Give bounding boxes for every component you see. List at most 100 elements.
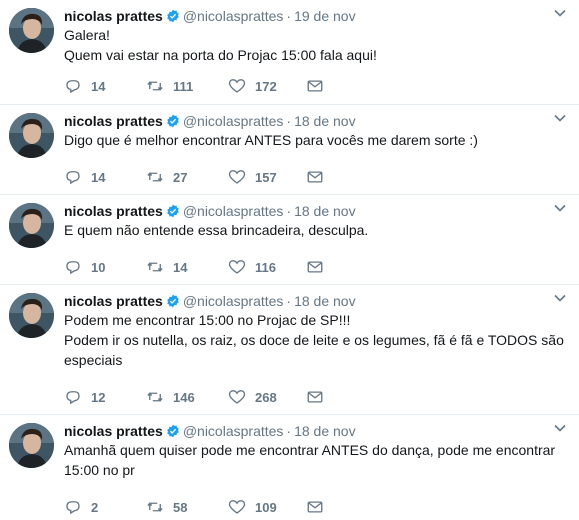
tweet-text: E quem não entende essa brincadeira, des… xyxy=(64,220,564,240)
reply-icon xyxy=(66,501,80,515)
reply-count: 14 xyxy=(91,78,106,94)
tweet-text-line: Podem ir os nutella, os raiz, os doce de… xyxy=(64,332,564,348)
verified-badge-icon xyxy=(166,423,180,438)
user-handle[interactable]: @nicolasprattes xyxy=(183,423,284,439)
reply-icon xyxy=(66,171,80,185)
timestamp[interactable]: 18 de nov xyxy=(294,113,356,129)
separator-dot: · xyxy=(286,203,292,219)
reply-count: 10 xyxy=(91,259,106,275)
retweet-count: 111 xyxy=(173,78,194,94)
tweet-text-line: 15:00 no pr xyxy=(64,462,135,478)
tweet[interactable]: nicolas prattes @nicolasprattes · 18 de nov… xyxy=(0,105,579,195)
tweet[interactable]: nicolas prattes @nicolasprattes · 18 de nov… xyxy=(0,415,579,520)
retweet-button[interactable]: 58 xyxy=(146,497,187,517)
retweet-count: 27 xyxy=(173,169,188,185)
timestamp[interactable]: 18 de nov xyxy=(294,203,356,219)
timestamp[interactable]: 19 de nov xyxy=(294,8,356,24)
avatar[interactable] xyxy=(9,423,54,468)
heart-icon xyxy=(228,390,246,404)
display-name[interactable]: nicolas prattes xyxy=(64,203,163,219)
heart-icon xyxy=(228,260,246,274)
envelope-icon xyxy=(307,501,323,513)
reply-button[interactable]: 10 xyxy=(64,257,105,277)
like-count: 157 xyxy=(255,169,277,185)
avatar[interactable] xyxy=(9,293,54,338)
avatar[interactable] xyxy=(9,8,54,53)
direct-message-button[interactable] xyxy=(306,167,333,187)
verified-badge-icon xyxy=(166,293,180,308)
like-button[interactable]: 157 xyxy=(228,167,277,187)
retweet-icon xyxy=(147,502,163,512)
user-handle[interactable]: @nicolasprattes xyxy=(183,293,284,309)
like-button[interactable]: 116 xyxy=(228,257,276,277)
tweet-header: nicolas prattes @nicolasprattes · 18 de nov xyxy=(64,201,549,221)
envelope-icon xyxy=(307,171,323,183)
tweet-text-line: E quem não entende essa brincadeira, des… xyxy=(64,222,369,238)
like-count: 268 xyxy=(255,389,277,405)
chevron-down-icon[interactable] xyxy=(553,421,567,435)
tweet-header: nicolas prattes @nicolasprattes · 18 de nov xyxy=(64,291,549,311)
chevron-down-icon[interactable] xyxy=(553,111,567,125)
reply-button[interactable]: 14 xyxy=(64,76,105,96)
like-count: 116 xyxy=(255,259,276,275)
heart-icon xyxy=(228,500,246,514)
tweet-text-line: Galera! xyxy=(64,27,110,43)
retweet-count: 58 xyxy=(173,499,188,515)
retweet-count: 14 xyxy=(173,259,188,275)
verified-badge-icon xyxy=(166,203,180,218)
user-handle[interactable]: @nicolasprattes xyxy=(183,113,284,129)
retweet-icon xyxy=(147,81,163,91)
envelope-icon xyxy=(307,80,323,92)
reply-button[interactable]: 2 xyxy=(64,497,98,517)
avatar[interactable] xyxy=(9,203,54,248)
reply-count: 14 xyxy=(91,169,106,185)
separator-dot: · xyxy=(286,113,292,129)
verified-badge-icon xyxy=(166,8,180,23)
chevron-down-icon[interactable] xyxy=(553,6,567,20)
tweet-actions: 2 58 109 xyxy=(64,497,364,517)
display-name[interactable]: nicolas prattes xyxy=(64,293,163,309)
retweet-icon xyxy=(147,262,163,272)
like-button[interactable]: 172 xyxy=(228,76,277,96)
avatar[interactable] xyxy=(9,113,54,158)
tweet[interactable]: nicolas prattes @nicolasprattes · 19 de nov… xyxy=(0,0,579,105)
envelope-icon xyxy=(307,391,323,403)
timestamp[interactable]: 18 de nov xyxy=(294,423,356,439)
tweet-header: nicolas prattes @nicolasprattes · 19 de nov xyxy=(64,6,549,26)
like-button[interactable]: 268 xyxy=(228,387,277,407)
reply-icon xyxy=(66,261,80,275)
heart-icon xyxy=(228,79,246,93)
tweet-actions: 14 111 172 xyxy=(64,76,364,96)
timestamp[interactable]: 18 de nov xyxy=(294,293,356,309)
reply-button[interactable]: 14 xyxy=(64,167,105,187)
reply-button[interactable]: 12 xyxy=(64,387,105,407)
retweet-button[interactable]: 27 xyxy=(146,167,187,187)
tweet[interactable]: nicolas prattes @nicolasprattes · 18 de nov… xyxy=(0,285,579,415)
separator-dot: · xyxy=(286,423,292,439)
display-name[interactable]: nicolas prattes xyxy=(64,113,163,129)
retweet-button[interactable]: 111 xyxy=(146,76,193,96)
display-name[interactable]: nicolas prattes xyxy=(64,423,163,439)
chevron-down-icon[interactable] xyxy=(553,201,567,215)
tweet-header: nicolas prattes @nicolasprattes · 18 de nov xyxy=(64,111,549,131)
retweet-button[interactable]: 146 xyxy=(146,387,195,407)
like-count: 172 xyxy=(255,78,277,94)
verified-badge-icon xyxy=(166,113,180,128)
user-handle[interactable]: @nicolasprattes xyxy=(183,8,284,24)
direct-message-button[interactable] xyxy=(306,387,333,407)
direct-message-button[interactable] xyxy=(306,497,333,517)
tweet-text-line: Quem vai estar na porta do Projac 15:00 … xyxy=(64,47,377,63)
like-button[interactable]: 109 xyxy=(228,497,277,517)
separator-dot: · xyxy=(286,293,292,309)
tweet-text: Digo que é melhor encontrar ANTES para v… xyxy=(64,130,564,150)
direct-message-button[interactable] xyxy=(306,76,333,96)
retweet-button[interactable]: 14 xyxy=(146,257,187,277)
chevron-down-icon[interactable] xyxy=(553,291,567,305)
display-name[interactable]: nicolas prattes xyxy=(64,8,163,24)
reply-icon xyxy=(66,80,80,94)
tweet-actions: 10 14 116 xyxy=(64,257,364,277)
tweet-text: Amanhã quem quiser pode me encontrar ANT… xyxy=(64,440,564,480)
tweet[interactable]: nicolas prattes @nicolasprattes · 18 de nov… xyxy=(0,195,579,285)
user-handle[interactable]: @nicolasprattes xyxy=(183,203,284,219)
direct-message-button[interactable] xyxy=(306,257,333,277)
